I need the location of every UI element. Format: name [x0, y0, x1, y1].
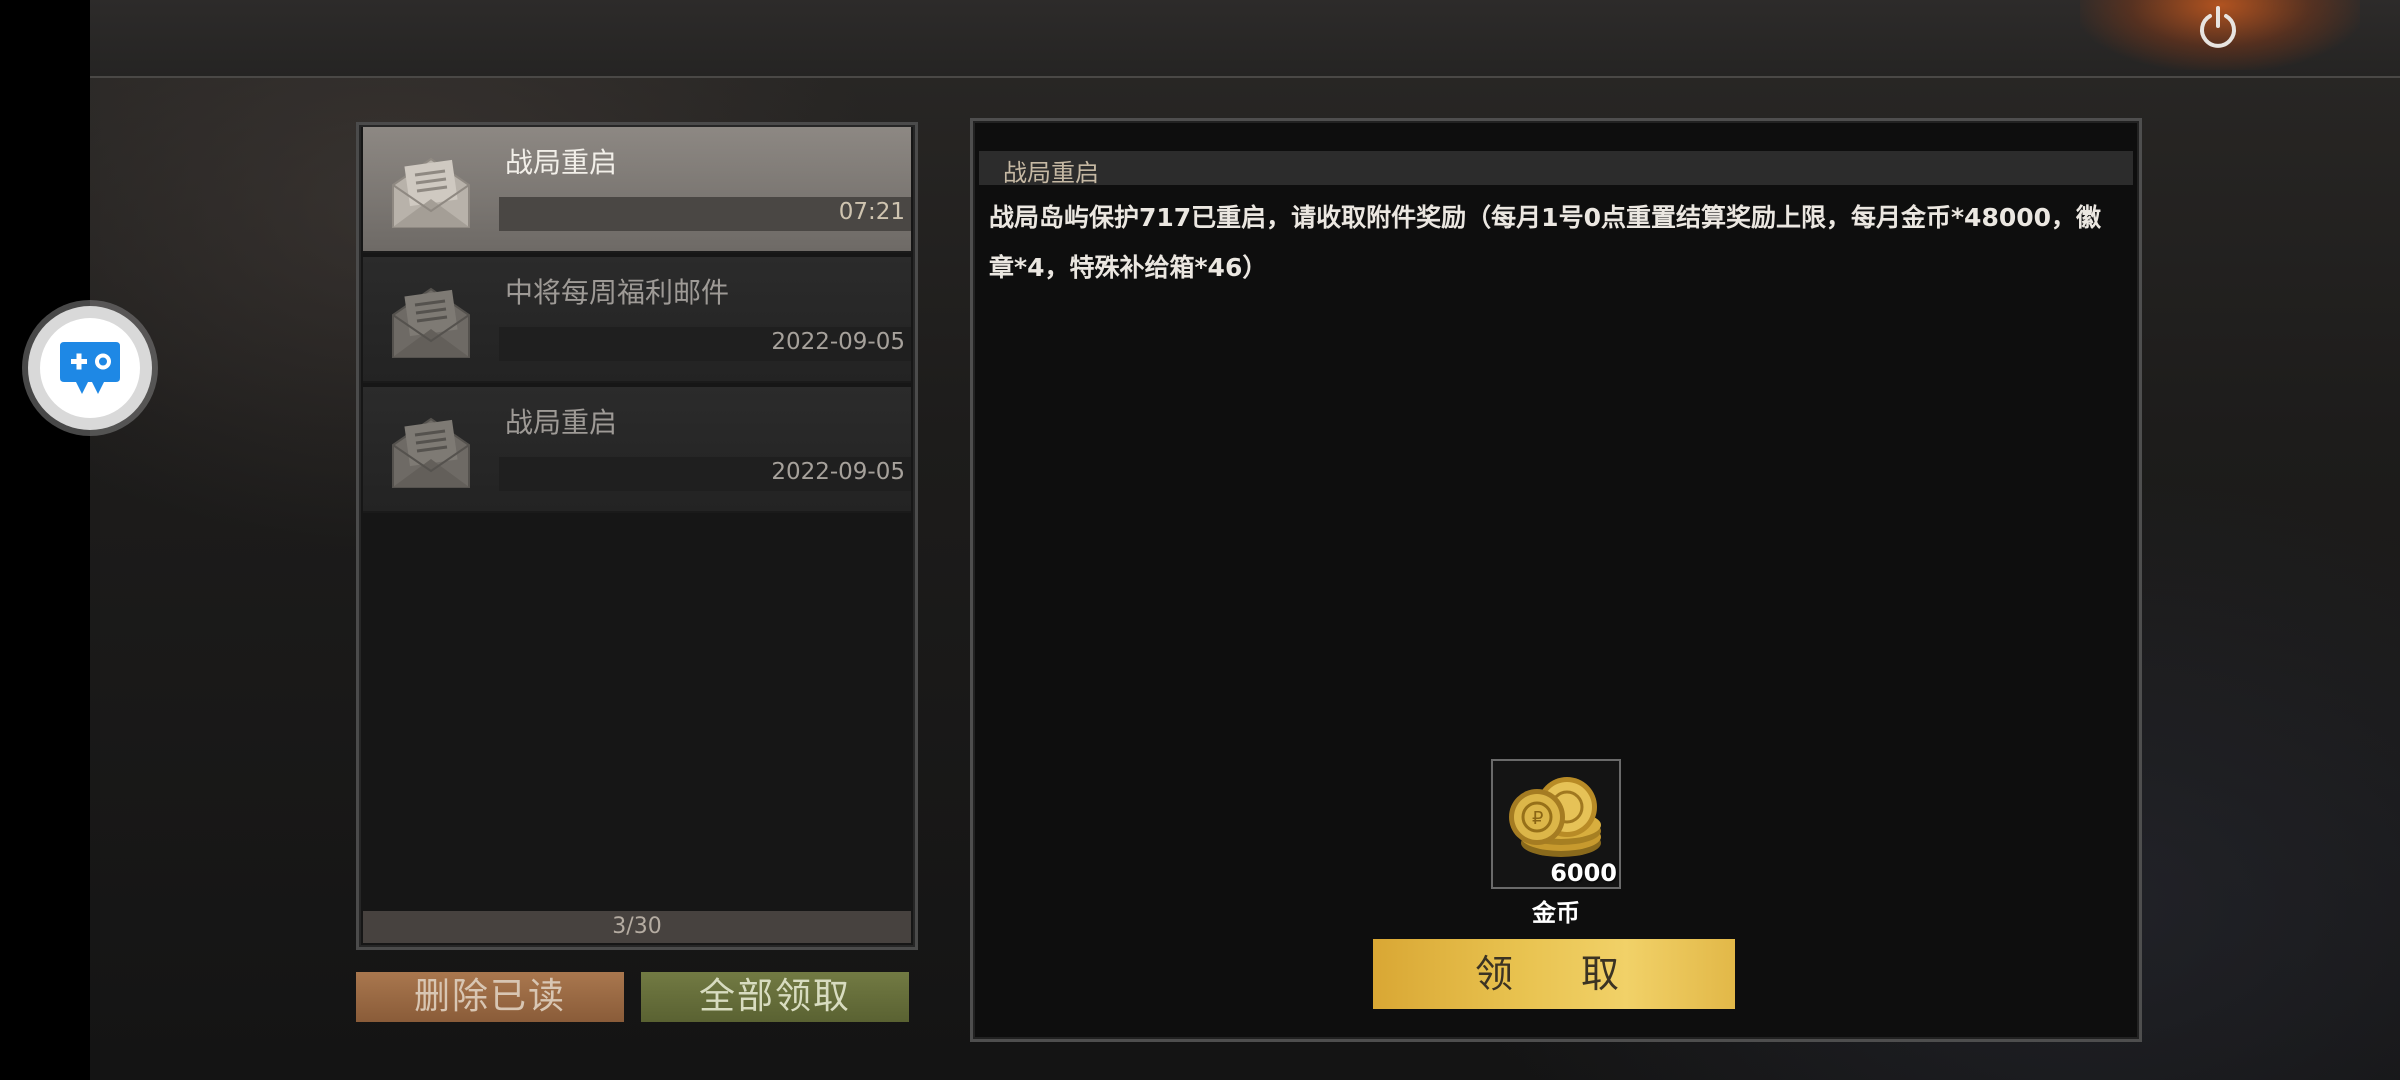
gamepad-icon — [60, 342, 120, 394]
gold-coins-icon: ₽ — [1509, 777, 1601, 857]
power-icon — [2200, 6, 2236, 48]
mail-detail-title: 战局重启 — [1003, 159, 1099, 187]
attachment-slot[interactable]: ₽ 6000 — [1491, 759, 1621, 889]
delete-read-button[interactable]: 删除已读 — [356, 972, 624, 1022]
mail-date-bar: 07:21 — [499, 197, 911, 231]
power-button[interactable] — [2194, 4, 2242, 52]
open-envelope-icon — [392, 157, 470, 228]
mail-date-bar: 2022-09-05 — [499, 327, 911, 361]
mail-detail-body: 战局岛屿保护717已重启，请收取附件奖励（每月1号0点重置结算奖励上限，每月金币… — [989, 203, 2102, 282]
mail-list-item[interactable]: 战局重启 2022-09-05 — [363, 387, 911, 513]
mail-date: 2022-09-05 — [771, 329, 905, 355]
top-strip — [90, 0, 2400, 78]
svg-text:₽: ₽ — [1532, 808, 1543, 829]
mail-date: 07:21 — [838, 199, 905, 225]
mail-date-bar: 2022-09-05 — [499, 457, 911, 491]
game-screen: 战局重启 07:21 中将每周福利邮件 2022-09-05 战局重启 2022… — [0, 0, 2400, 1080]
mail-list-item[interactable]: 中将每周福利邮件 2022-09-05 — [363, 257, 911, 383]
mail-title: 中将每周福利邮件 — [505, 276, 730, 309]
attachment-name: 金币 — [1532, 899, 1580, 927]
mail-list-panel: 战局重启 07:21 中将每周福利邮件 2022-09-05 战局重启 2022… — [356, 122, 918, 950]
claim-button[interactable]: 领 取 — [1373, 939, 1735, 1009]
mail-count: 3/30 — [363, 911, 911, 943]
open-envelope-icon — [392, 287, 470, 358]
attachment-count: 6000 — [1550, 859, 1617, 887]
claim-all-button[interactable]: 全部领取 — [641, 972, 909, 1022]
open-envelope-icon — [392, 417, 470, 488]
mail-list-item[interactable]: 战局重启 07:21 — [363, 127, 911, 253]
mail-detail-header: 战局重启 — [979, 151, 2133, 187]
left-black-bar — [0, 0, 90, 1080]
floating-game-button[interactable] — [28, 306, 152, 430]
mail-title: 战局重启 — [505, 406, 618, 439]
mail-date: 2022-09-05 — [771, 459, 905, 485]
mail-title: 战局重启 — [505, 146, 618, 179]
mail-detail-panel: 战局重启 战局岛屿保护717已重启，请收取附件奖励（每月1号0点重置结算奖励上限… — [970, 118, 2142, 1042]
